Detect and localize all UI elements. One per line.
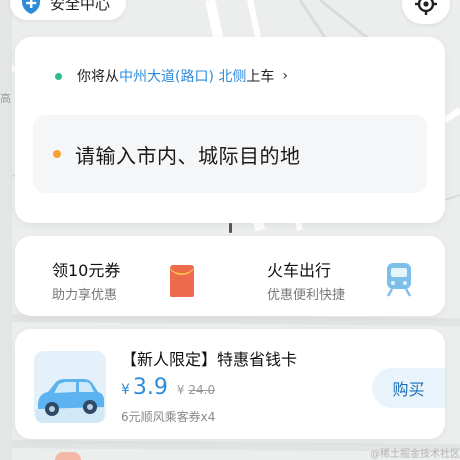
locate-icon [415,0,437,15]
coupon-service[interactable]: 领10元券 助力享优惠 [52,236,232,316]
services-card: 领10元券 助力享优惠 火车出行 优惠便利快捷 [15,236,445,316]
price-current: 3.9 [132,375,168,400]
chevron-right-icon: › [282,68,288,84]
pickup-dot-icon [55,72,62,80]
car-icon [34,351,106,423]
pickup-detail: (路口) 北侧 [175,69,247,85]
train-icon [386,263,412,297]
red-packet-icon [170,265,194,297]
price-currency: ¥ [121,382,130,398]
promo-description: 6元顺风乘客券x4 [121,410,216,424]
promo-thumbnail [34,351,106,423]
pickup-road: 中州大道 [119,69,175,85]
destination-input[interactable]: 请输入市内、城际目的地 [33,115,427,193]
promo-title: 【新人限定】特惠省钱卡 [121,350,298,369]
train-service[interactable]: 火车出行 优惠便利快捷 [267,236,445,316]
pickup-prefix: 你将从 [77,69,119,85]
buy-button[interactable]: 购买 [372,368,445,408]
price-original-currency: ¥ [176,383,185,397]
coupon-subtitle: 助力享优惠 [52,288,118,303]
safety-center-button[interactable]: 安全中心 [10,0,127,20]
train-subtitle: 优惠便利快捷 [267,288,346,303]
next-card-peek [55,452,81,460]
watermark: @稀土掘金技术社区 [370,449,460,460]
destination-dot-icon [53,150,61,158]
destination-placeholder: 请输入市内、城际目的地 [75,143,301,168]
promo-card: 【新人限定】特惠省钱卡 ¥ 3.9 ¥ 24.0 6元顺风乘客券x4 购买 [15,329,445,439]
map-pin-icon [229,223,232,233]
destination-card: 你将从 中州大道 (路口) 北侧 上车 › 请输入市内、城际目的地 [15,37,445,223]
price-original: ¥ 24.0 [177,383,215,397]
train-title: 火车出行 [267,261,332,280]
price-original-value: 24.0 [188,383,216,397]
pickup-suffix: 上车 [246,69,275,85]
coupon-title: 领10元券 [52,261,121,280]
safety-center-label: 安全中心 [50,0,111,13]
price-row: ¥ 3.9 ¥ 24.0 [121,375,215,403]
shield-plus-icon [22,0,40,14]
map-road-label: 高 [0,92,11,105]
pickup-location-row[interactable]: 你将从 中州大道 (路口) 北侧 上车 › [55,65,288,87]
